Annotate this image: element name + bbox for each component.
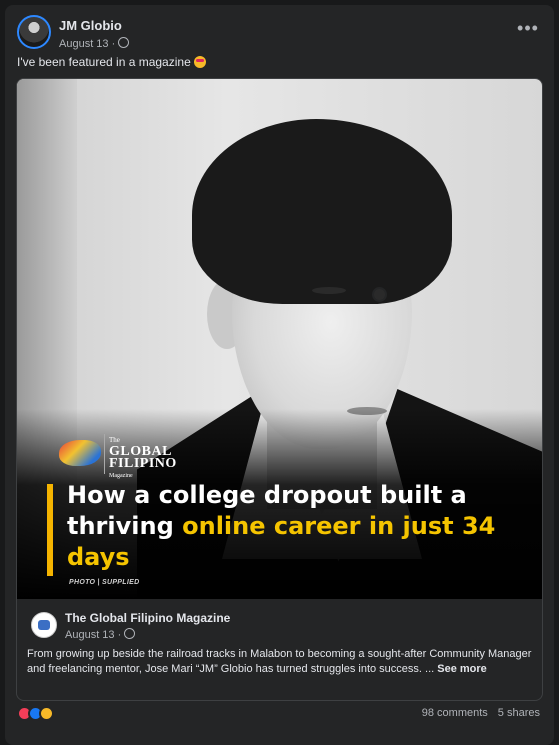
article-photo[interactable]: The GLOBAL FILIPINO Magazine How a colle… (17, 79, 542, 599)
star-struck-emoji-icon (193, 56, 206, 68)
link-info[interactable]: The Global Filipino Magazine August 13 ·… (17, 599, 542, 700)
post-card: JM Globio August 13 · ••• I've been feat… (5, 5, 554, 745)
source-avatar[interactable] (31, 612, 57, 638)
post-date[interactable]: August 13 · (59, 38, 115, 50)
photo-eye-right (372, 287, 387, 302)
author-avatar[interactable] (17, 15, 51, 49)
engagement-counts: 98 comments 5 shares (422, 707, 540, 719)
see-more-link[interactable]: See more (437, 663, 487, 675)
post-caption: I've been featured in a magazine (17, 55, 206, 69)
photo-eye-left (312, 287, 346, 294)
comments-count[interactable]: 98 comments (422, 707, 488, 719)
article-headline: How a college dropout built a thriving o… (67, 480, 507, 573)
post-meta: August 13 · (59, 37, 130, 50)
reactions-summary[interactable] (17, 706, 67, 722)
photo-hair (192, 119, 452, 304)
globe-icon (118, 37, 130, 48)
source-date[interactable]: August 13 · (65, 629, 121, 641)
magazine-logo-text: The GLOBAL FILIPINO Magazine (109, 434, 177, 482)
headline-accent-bar (47, 484, 53, 576)
globe-icon (124, 628, 136, 639)
logo-divider (104, 434, 105, 474)
link-description: From growing up beside the railroad trac… (27, 647, 532, 677)
magazine-logo-icon (59, 440, 101, 466)
source-meta: August 13 · (65, 628, 136, 641)
shares-count[interactable]: 5 shares (498, 707, 540, 719)
caption-text: I've been featured in a magazine (17, 55, 191, 69)
wow-reaction-icon (39, 706, 54, 721)
more-options-button[interactable]: ••• (514, 19, 542, 43)
logo-filipino: FILIPINO (109, 456, 177, 471)
source-name[interactable]: The Global Filipino Magazine (65, 611, 230, 625)
author-name[interactable]: JM Globio (59, 18, 122, 33)
link-preview-card[interactable]: The GLOBAL FILIPINO Magazine How a colle… (16, 78, 543, 701)
post-footer: 98 comments 5 shares (17, 705, 540, 725)
post-header: JM Globio August 13 · ••• (17, 15, 542, 55)
magazine-logo: The GLOBAL FILIPINO Magazine (59, 434, 179, 479)
photo-credit: PHOTO | SUPPLIED (69, 579, 140, 586)
